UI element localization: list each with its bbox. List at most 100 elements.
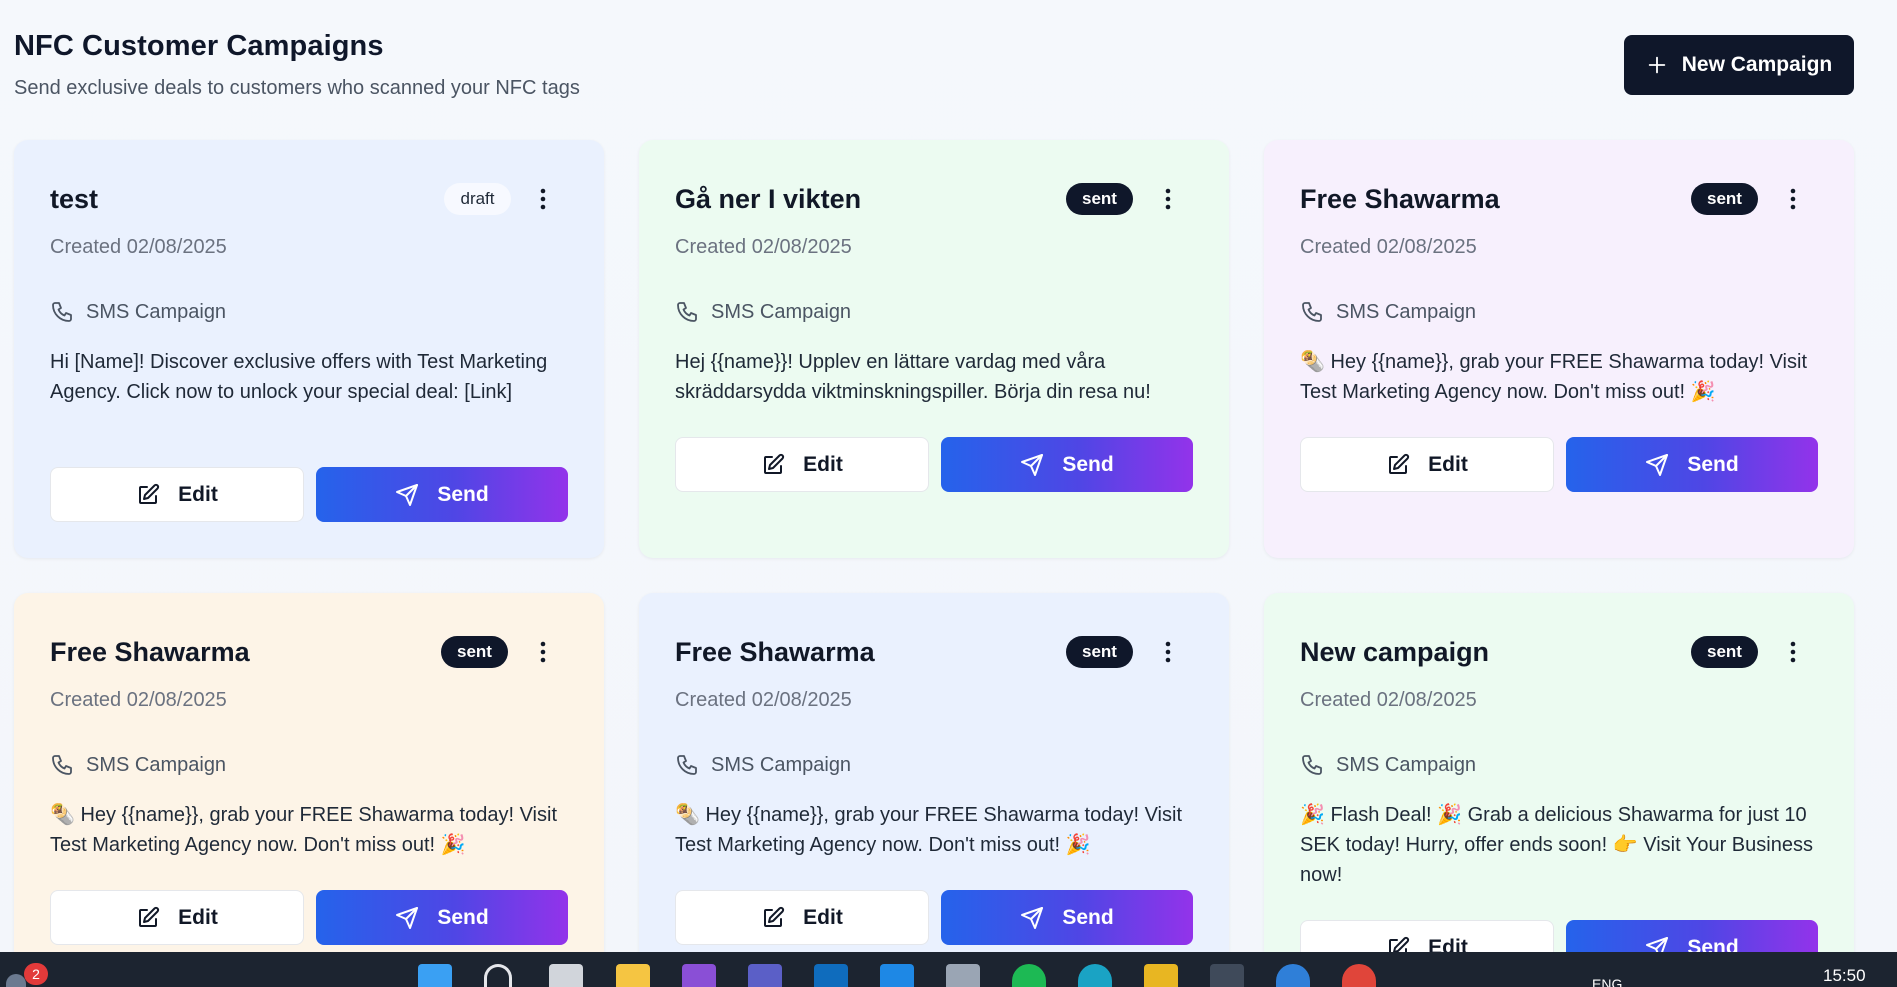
edge-icon[interactable] [1078, 964, 1112, 987]
vscode-icon[interactable] [880, 964, 914, 987]
send-button[interactable]: Send [1566, 437, 1818, 492]
campaign-type: SMS Campaign [1300, 300, 1476, 324]
send-button[interactable]: Send [941, 890, 1193, 945]
campaign-type-label: SMS Campaign [711, 753, 852, 776]
chrome-icon[interactable] [1342, 964, 1376, 987]
card-actions: Edit Send [675, 437, 1193, 492]
campaign-message: 🌯 Hey {{name}}, grab your FREE Shawarma … [1300, 351, 1808, 403]
phone-icon [1302, 755, 1322, 775]
campaign-card: test draft Created 02/08/2025 SMS Campai… [14, 140, 604, 558]
mouse-app-icon[interactable] [946, 964, 980, 987]
more-options-button[interactable] [1778, 184, 1808, 214]
campaign-type: SMS Campaign [1300, 753, 1476, 777]
more-options-button[interactable] [1778, 637, 1808, 667]
send-button[interactable]: Send [941, 437, 1193, 492]
edit-icon [1389, 453, 1410, 474]
campaign-type-label: SMS Campaign [1336, 300, 1477, 323]
send-button[interactable]: Send [1566, 920, 1818, 952]
card-actions: Edit Send [50, 467, 568, 522]
more-options-button[interactable] [528, 184, 558, 214]
search-icon[interactable] [484, 964, 512, 987]
task-view-icon[interactable] [549, 964, 583, 987]
more-vertical-icon [540, 641, 546, 663]
edit-label: Edit [803, 905, 843, 929]
page-subtitle: Send exclusive deals to customers who sc… [14, 77, 580, 99]
send-label: Send [1062, 452, 1114, 476]
user-icon[interactable] [6, 974, 26, 987]
edit-label: Edit [1428, 452, 1468, 476]
edit-label: Edit [178, 905, 218, 929]
page-header: NFC Customer Campaigns Send exclusive de… [14, 30, 580, 100]
campaign-type-label: SMS Campaign [1336, 753, 1477, 776]
page-title: NFC Customer Campaigns [14, 30, 384, 62]
language-indicator[interactable]: ENG [1592, 976, 1622, 987]
card-actions: Edit Send [1300, 920, 1818, 952]
send-icon [396, 483, 419, 506]
phone-icon [1302, 302, 1322, 322]
edit-label: Edit [803, 452, 843, 476]
edit-icon [764, 453, 785, 474]
created-date: Created 02/08/2025 [50, 689, 227, 711]
created-date: Created 02/08/2025 [50, 236, 227, 258]
edit-button[interactable]: Edit [50, 890, 304, 945]
more-vertical-icon [540, 188, 546, 210]
more-options-button[interactable] [1153, 184, 1183, 214]
campaign-card: Free Shawarma sent Created 02/08/2025 SM… [14, 593, 604, 952]
campaign-card: Free Shawarma sent Created 02/08/2025 SM… [639, 593, 1229, 952]
campaign-message: 🎉 Flash Deal! 🎉 Grab a delicious Shawarm… [1300, 804, 1813, 886]
send-label: Send [1062, 905, 1114, 929]
clock[interactable]: 15:50 [1823, 966, 1866, 986]
campaign-message: 🌯 Hey {{name}}, grab your FREE Shawarma … [50, 804, 558, 856]
campaign-title: Free Shawarma [50, 637, 250, 667]
edit-button[interactable]: Edit [675, 437, 929, 492]
send-button[interactable]: Send [316, 467, 568, 522]
more-options-button[interactable] [1153, 637, 1183, 667]
campaign-type-label: SMS Campaign [711, 300, 852, 323]
new-campaign-button[interactable]: New Campaign [1624, 35, 1854, 95]
outlook-icon[interactable] [814, 964, 848, 987]
campaign-card: Free Shawarma sent Created 02/08/2025 SM… [1264, 140, 1854, 558]
status-badge: draft [444, 183, 511, 215]
edit-label: Edit [1428, 935, 1468, 953]
more-vertical-icon [1165, 641, 1171, 663]
edit-label: Edit [178, 482, 218, 506]
terminal-icon[interactable] [1210, 964, 1244, 987]
created-date: Created 02/08/2025 [1300, 689, 1477, 711]
phone-icon [52, 755, 72, 775]
visual-studio-icon[interactable] [682, 964, 716, 987]
file-explorer-icon[interactable] [616, 964, 650, 987]
teams-icon[interactable] [748, 964, 782, 987]
status-badge: sent [1691, 636, 1758, 668]
campaign-message: Hi [Name]! Discover exclusive offers wit… [50, 351, 548, 403]
card-actions: Edit Send [50, 890, 568, 945]
edit-button[interactable]: Edit [50, 467, 304, 522]
campaign-title: New campaign [1300, 637, 1490, 667]
edit-icon [139, 906, 160, 927]
more-vertical-icon [1790, 641, 1796, 663]
campaign-title: Free Shawarma [1300, 184, 1500, 214]
app-icon[interactable] [1276, 964, 1310, 987]
taskbar: 2 ENG 15:50 [0, 952, 1897, 987]
phone-icon [52, 302, 72, 322]
status-badge: sent [1691, 183, 1758, 215]
more-vertical-icon [1165, 188, 1171, 210]
campaign-type: SMS Campaign [50, 300, 226, 324]
notes-icon[interactable] [1144, 964, 1178, 987]
campaign-type: SMS Campaign [675, 300, 851, 324]
edit-button[interactable]: Edit [1300, 920, 1554, 952]
campaign-title: Gå ner I vikten [675, 184, 862, 214]
edit-button[interactable]: Edit [1300, 437, 1554, 492]
created-date: Created 02/08/2025 [1300, 236, 1477, 258]
edit-icon [1389, 936, 1410, 952]
campaign-type-label: SMS Campaign [86, 753, 227, 776]
campaign-title: Free Shawarma [675, 637, 875, 667]
windows-start-icon[interactable] [418, 964, 452, 987]
campaign-message: 🌯 Hey {{name}}, grab your FREE Shawarma … [675, 804, 1183, 856]
edit-button[interactable]: Edit [675, 890, 929, 945]
send-button[interactable]: Send [316, 890, 568, 945]
status-badge: sent [1066, 636, 1133, 668]
more-options-button[interactable] [528, 637, 558, 667]
created-date: Created 02/08/2025 [675, 236, 852, 258]
notification-badge: 2 [24, 963, 48, 985]
spotify-icon[interactable] [1012, 964, 1046, 987]
